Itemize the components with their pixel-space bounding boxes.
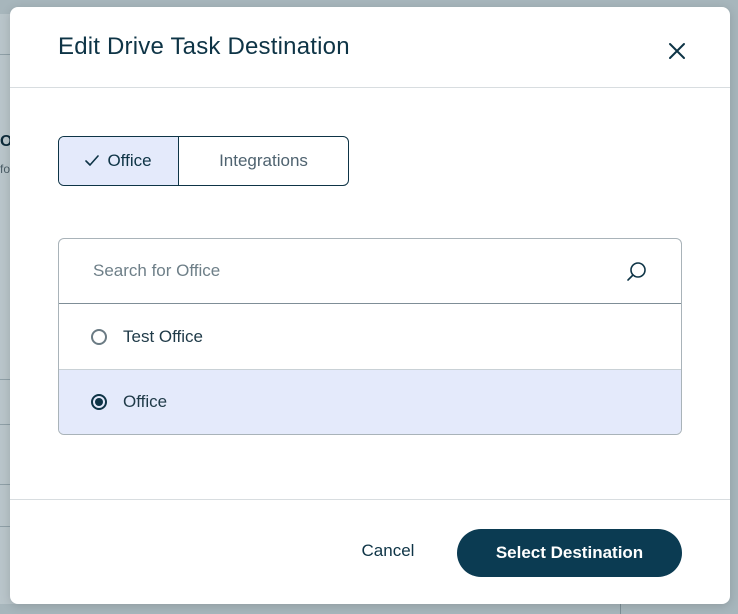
close-icon <box>669 43 685 59</box>
office-list: Test Office Office <box>58 238 682 435</box>
tab-integrations[interactable]: Integrations <box>179 137 348 185</box>
search-input[interactable] <box>59 239 599 303</box>
edit-destination-dialog: Edit Drive Task Destination Office Integ… <box>10 7 730 604</box>
destination-type-toggle: Office Integrations <box>58 136 349 186</box>
dialog-title: Edit Drive Task Destination <box>58 33 350 60</box>
select-destination-button[interactable]: Select Destination <box>457 529 682 577</box>
list-item[interactable]: Office <box>59 369 681 434</box>
close-button[interactable] <box>665 39 689 63</box>
search-row <box>59 239 681 304</box>
tab-office-label: Office <box>107 151 152 170</box>
radio-button[interactable] <box>91 328 107 345</box>
radio-button[interactable] <box>91 394 107 410</box>
search-icon[interactable] <box>625 260 649 284</box>
header-divider <box>10 87 730 88</box>
background-divider <box>620 604 621 614</box>
tab-integrations-label: Integrations <box>219 151 308 170</box>
cancel-button[interactable]: Cancel <box>348 535 428 567</box>
check-icon <box>85 155 100 167</box>
list-item[interactable]: Test Office <box>59 304 681 369</box>
list-item-label: Test Office <box>123 326 203 346</box>
list-item-label: Office <box>123 392 168 411</box>
background-text-fragment: fo <box>0 162 11 176</box>
footer-divider <box>10 499 730 500</box>
tab-office[interactable]: Office <box>59 137 179 185</box>
